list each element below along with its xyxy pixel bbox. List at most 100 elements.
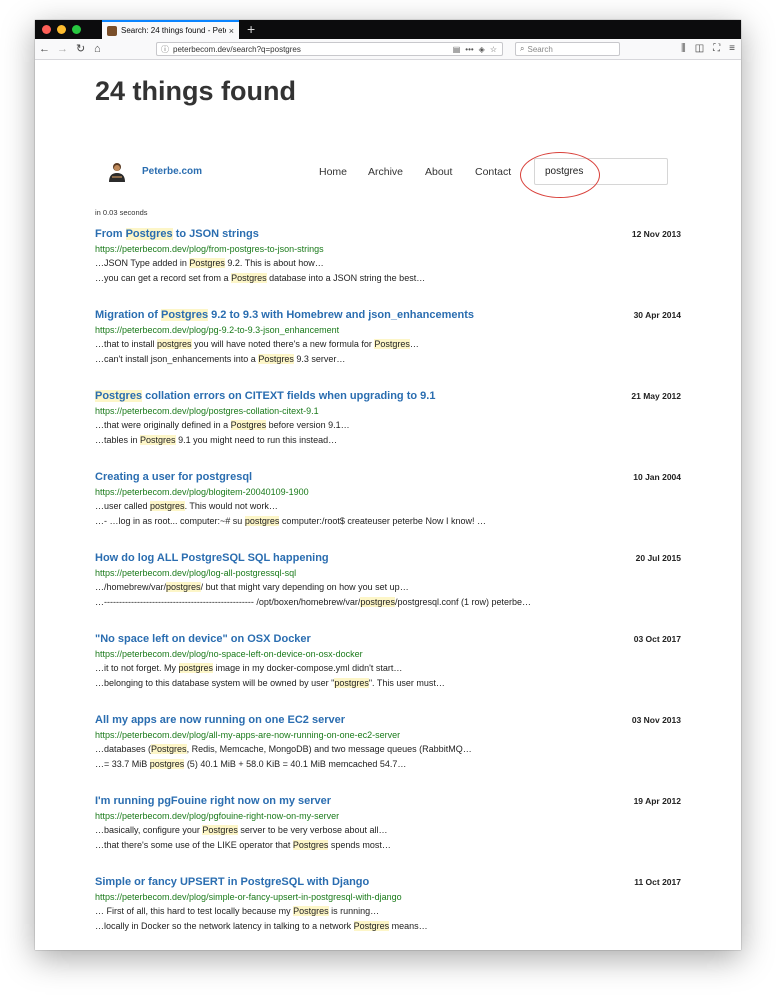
result-url: https://peterbecom.dev/plog/no-space-lef… bbox=[95, 649, 363, 659]
result-url: https://peterbecom.dev/plog/simple-or-fa… bbox=[95, 892, 402, 902]
result-url: https://peterbecom.dev/plog/log-all-post… bbox=[95, 568, 297, 578]
screenshot-icon[interactable]: ⛶ bbox=[713, 42, 720, 56]
search-result-item: I'm running pgFouine right now on my ser… bbox=[95, 794, 681, 875]
pocket-icon[interactable]: ◈ bbox=[479, 45, 485, 54]
page-content: 24 things found Peterbe.com Home Archive… bbox=[35, 60, 741, 950]
reader-view-icon[interactable]: ▤ bbox=[453, 45, 461, 54]
nav-archive-link[interactable]: Archive bbox=[368, 166, 403, 178]
nav-contact-link[interactable]: Contact bbox=[475, 166, 511, 178]
result-url: https://peterbecom.dev/plog/postgres-col… bbox=[95, 406, 319, 416]
result-snippet: …= 33.7 MiB postgres (5) 40.1 MiB + 58.0… bbox=[95, 758, 407, 769]
nav-about-link[interactable]: About bbox=[425, 166, 452, 178]
result-date: 30 Apr 2014 bbox=[633, 310, 681, 320]
search-term-highlight: postgres bbox=[157, 339, 192, 349]
tab-title: Search: 24 things found - Pete bbox=[121, 26, 226, 35]
result-url: https://peterbecom.dev/plog/from-postgre… bbox=[95, 244, 324, 254]
result-snippet: …that to install postgres you will have … bbox=[95, 339, 419, 349]
page-title: 24 things found bbox=[95, 76, 296, 106]
nav-home-link[interactable]: Home bbox=[319, 166, 347, 178]
result-snippet: …you can get a record set from a Postgre… bbox=[95, 272, 426, 283]
search-term-highlight: postgres bbox=[149, 758, 185, 769]
result-snippet: …user called postgres. This would not wo… bbox=[95, 501, 278, 511]
search-result-item: Simple or fancy UPSERT in PostgreSQL wit… bbox=[95, 875, 681, 950]
zoom-window-button[interactable] bbox=[72, 25, 81, 34]
result-title-link[interactable]: From Postgres to JSON strings bbox=[95, 227, 681, 242]
result-url: https://peterbecom.dev/plog/all-my-apps-… bbox=[95, 730, 401, 740]
search-term-highlight: Postgres bbox=[151, 744, 187, 754]
result-snippet: …belonging to this database system will … bbox=[95, 677, 445, 688]
result-snippet: …locally in Docker so the network latenc… bbox=[95, 920, 428, 931]
result-date: 03 Oct 2017 bbox=[633, 634, 681, 644]
search-term-highlight: postgres bbox=[150, 501, 185, 511]
result-title-link[interactable]: Postgres collation errors on CITEXT fiel… bbox=[95, 389, 681, 404]
result-snippet: …tables in Postgres 9.1 you might need t… bbox=[95, 434, 338, 445]
search-result-item: All my apps are now running on one EC2 s… bbox=[95, 713, 681, 794]
result-date: 03 Nov 2013 bbox=[631, 715, 681, 725]
search-term-highlight: Postgres bbox=[161, 309, 209, 321]
search-term-highlight: Postgres bbox=[374, 339, 410, 349]
result-title-link[interactable]: Migration of Postgres 9.2 to 9.3 with Ho… bbox=[95, 308, 681, 323]
search-timing: in 0.03 seconds bbox=[95, 208, 148, 217]
home-icon[interactable]: ⌂ bbox=[94, 42, 101, 56]
result-url: https://peterbecom.dev/plog/pg-9.2-to-9.… bbox=[95, 325, 340, 335]
site-search-input[interactable] bbox=[534, 158, 668, 185]
page-actions-icon[interactable]: ••• bbox=[465, 45, 473, 54]
search-term-highlight: Postgres bbox=[140, 434, 176, 445]
page-info-icon[interactable]: ⓘ bbox=[161, 44, 169, 55]
browser-search-box[interactable]: ⌕ Search bbox=[515, 42, 620, 56]
avatar[interactable] bbox=[106, 161, 128, 183]
search-term-highlight: Postgres bbox=[230, 420, 267, 430]
new-tab-button[interactable]: + bbox=[247, 20, 255, 39]
result-url: https://peterbecom.dev/plog/blogitem-200… bbox=[95, 487, 309, 497]
result-title-link[interactable]: How do log ALL PostgreSQL SQL happening bbox=[95, 551, 681, 566]
browser-tab-active[interactable]: Search: 24 things found - Pete × bbox=[102, 20, 239, 39]
close-tab-icon[interactable]: × bbox=[229, 26, 234, 36]
result-snippet: …/homebrew/var/postgres/ but that might … bbox=[95, 582, 409, 592]
search-term-highlight: Postgres bbox=[125, 228, 173, 240]
reload-icon[interactable]: ↻ bbox=[76, 42, 85, 56]
navigation-toolbar: ← → ↻ ⌂ ⓘ peterbecom.dev/search?q=postgr… bbox=[35, 39, 741, 60]
bookmark-star-icon[interactable]: ☆ bbox=[490, 45, 497, 54]
result-url: https://peterbecom.dev/plog/pgfouine-rig… bbox=[95, 811, 340, 821]
result-title-link[interactable]: "No space left on device" on OSX Docker bbox=[95, 632, 681, 647]
browser-search-placeholder: Search bbox=[527, 44, 553, 54]
result-title-link[interactable]: Creating a user for postgresql bbox=[95, 470, 681, 485]
result-snippet: … First of all, this hard to test locall… bbox=[95, 906, 380, 916]
search-term-highlight: postgres bbox=[166, 582, 201, 592]
result-snippet: …- …log in as root... computer:~# su pos… bbox=[95, 515, 486, 526]
result-date: 12 Nov 2013 bbox=[631, 229, 681, 239]
brand-link[interactable]: Peterbe.com bbox=[142, 166, 202, 177]
forward-arrow-icon[interactable]: → bbox=[57, 42, 68, 56]
close-window-button[interactable] bbox=[42, 25, 51, 34]
result-snippet: …---------------------------------------… bbox=[95, 596, 532, 607]
url-text[interactable]: peterbecom.dev/search?q=postgres bbox=[173, 45, 453, 54]
search-icon: ⌕ bbox=[520, 44, 525, 53]
result-date: 19 Apr 2012 bbox=[633, 796, 681, 806]
result-snippet: …JSON Type added in Postgres 9.2. This i… bbox=[95, 258, 324, 268]
menu-icon[interactable]: ≡ bbox=[729, 42, 735, 56]
result-title-link[interactable]: Simple or fancy UPSERT in PostgreSQL wit… bbox=[95, 875, 681, 890]
result-snippet: …that there's some use of the LIKE opera… bbox=[95, 839, 391, 850]
back-arrow-icon[interactable]: ← bbox=[39, 42, 50, 56]
search-term-highlight: Postgres bbox=[189, 258, 225, 268]
result-snippet: …databases (Postgres, Redis, Memcache, M… bbox=[95, 744, 472, 754]
tab-bar: Search: 24 things found - Pete × + bbox=[35, 20, 741, 39]
search-result-item: Creating a user for postgresql 10 Jan 200… bbox=[95, 470, 681, 551]
result-title-link[interactable]: All my apps are now running on one EC2 s… bbox=[95, 713, 681, 728]
result-date: 20 Jul 2015 bbox=[635, 553, 681, 563]
sidebar-icon[interactable]: ◫ bbox=[695, 42, 704, 56]
result-title-link[interactable]: I'm running pgFouine right now on my ser… bbox=[95, 794, 681, 809]
search-result-item: From Postgres to JSON strings 12 Nov 2013… bbox=[95, 227, 681, 308]
search-term-highlight: Postgres bbox=[95, 390, 143, 402]
search-term-highlight: postgres bbox=[334, 677, 369, 688]
search-result-item: "No space left on device" on OSX Docker 0… bbox=[95, 632, 681, 713]
library-icon[interactable]: ⫼ bbox=[681, 42, 686, 56]
search-term-highlight: Postgres bbox=[231, 272, 267, 283]
minimize-window-button[interactable] bbox=[57, 25, 66, 34]
search-term-highlight: postgres bbox=[178, 663, 214, 673]
toolbar-icons: ⫼ ◫ ⛶ ≡ bbox=[681, 42, 735, 56]
search-term-highlight: Postgres bbox=[353, 920, 390, 931]
site-navigation: Peterbe.com Home Archive About Contact bbox=[35, 152, 741, 198]
address-bar[interactable]: ⓘ peterbecom.dev/search?q=postgres ▤ •••… bbox=[156, 42, 503, 56]
result-date: 11 Oct 2017 bbox=[634, 877, 681, 887]
